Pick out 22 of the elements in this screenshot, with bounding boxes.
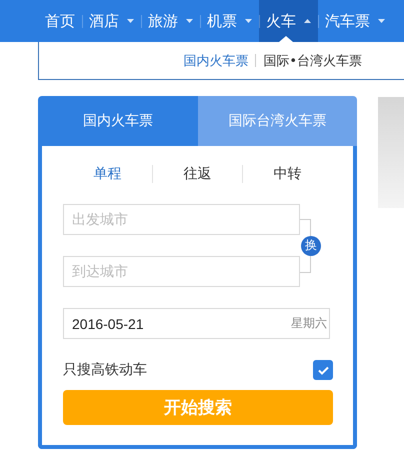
tab[interactable]: 国际台湾火车票 xyxy=(198,96,357,146)
tab[interactable]: 国内火车票 xyxy=(38,96,198,146)
weekday-label: 星期六 xyxy=(291,315,327,332)
date-field[interactable]: 2016-05-21 星期六 xyxy=(63,308,330,339)
nav-item[interactable]: 旅游 xyxy=(141,0,200,42)
subnav-link[interactable]: 国内火车票 xyxy=(183,52,248,70)
date-value: 2016-05-21 xyxy=(72,316,145,332)
trip-type-option[interactable]: 中转 xyxy=(274,166,302,182)
nav-item[interactable]: 机票 xyxy=(200,0,259,42)
checkbox[interactable] xyxy=(313,360,333,380)
subnav-link[interactable]: 国际•台湾火车票 xyxy=(263,52,362,70)
nav-item[interactable]: 酒店 xyxy=(82,0,141,42)
arrival-city-field[interactable]: 到达城市 xyxy=(63,256,300,287)
trip-type-option[interactable]: 单程 xyxy=(94,166,122,182)
nav-item[interactable]: 火车 xyxy=(259,0,318,42)
departure-city-field[interactable]: 出发城市 xyxy=(63,204,300,235)
nav-item[interactable]: 汽车票 xyxy=(318,0,392,42)
swap-button[interactable]: 换 xyxy=(301,236,321,256)
trip-type-option[interactable]: 往返 xyxy=(184,166,212,182)
checkbox-label: 只搜高铁动车 xyxy=(63,361,147,379)
check-icon xyxy=(318,366,328,374)
nav-item[interactable]: 首页 xyxy=(38,0,82,42)
